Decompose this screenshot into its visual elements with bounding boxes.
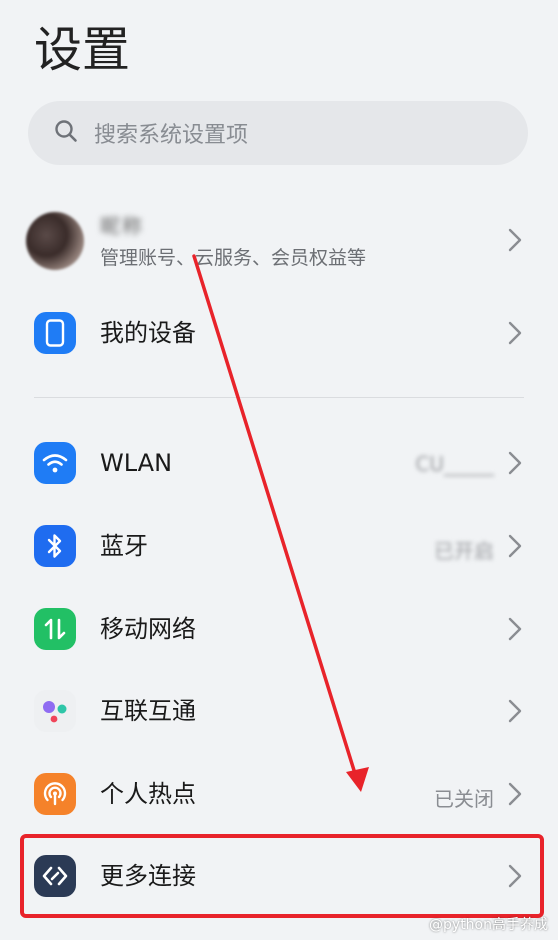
search-icon [54,119,78,147]
account-name: 昵称 [100,214,144,238]
wlan-network-name: CU_____ [415,452,494,476]
chevron-right-icon [508,782,522,806]
settings-item-mobile-network[interactable]: 移动网络 [0,588,558,670]
settings-item-hotspot[interactable]: 个人热点 已关闭 [0,753,558,835]
settings-item-label: 我的设备 [100,319,196,347]
chevron-right-icon [508,864,522,888]
settings-item-label: WLAN [100,449,173,477]
chevron-right-icon [508,617,522,641]
wifi-icon [34,442,76,484]
more-connections-icon [34,855,76,897]
settings-item-label: 互联互通 [100,697,196,725]
mobile-data-icon [34,608,76,650]
bluetooth-icon [34,525,76,567]
settings-item-label: 个人热点 [100,780,196,808]
bluetooth-status: 已开启 [434,539,494,563]
settings-item-label: 更多连接 [100,862,196,890]
avatar [26,212,84,270]
settings-item-label: 蓝牙 [100,532,148,560]
hotspot-icon [34,773,76,815]
account-row[interactable]: 昵称 管理账号、云服务、会员权益等 [0,199,558,281]
watermark: @python高手养成 [429,917,548,933]
settings-item-my-device[interactable]: 我的设备 [0,292,558,374]
chevron-right-icon [508,534,522,558]
page-title: 设置 [34,22,131,78]
chevron-right-icon [508,699,522,723]
interconnect-icon [34,690,76,732]
chevron-right-icon [508,451,522,475]
chevron-right-icon [508,228,522,252]
settings-item-bluetooth[interactable]: 蓝牙 已开启 [0,505,558,587]
section-divider [34,397,524,398]
search-placeholder: 搜索系统设置项 [94,123,249,148]
phone-icon [34,312,76,354]
chevron-right-icon [508,321,522,345]
hotspot-status: 已关闭 [434,787,494,811]
settings-item-wlan[interactable]: WLAN CU_____ [0,422,558,504]
settings-item-label: 移动网络 [100,615,196,643]
settings-item-more-connections[interactable]: 更多连接 [0,835,558,917]
search-bar[interactable]: 搜索系统设置项 [28,101,528,165]
account-subtitle: 管理账号、云服务、会员权益等 [100,247,367,269]
settings-item-interconnect[interactable]: 互联互通 [0,670,558,752]
